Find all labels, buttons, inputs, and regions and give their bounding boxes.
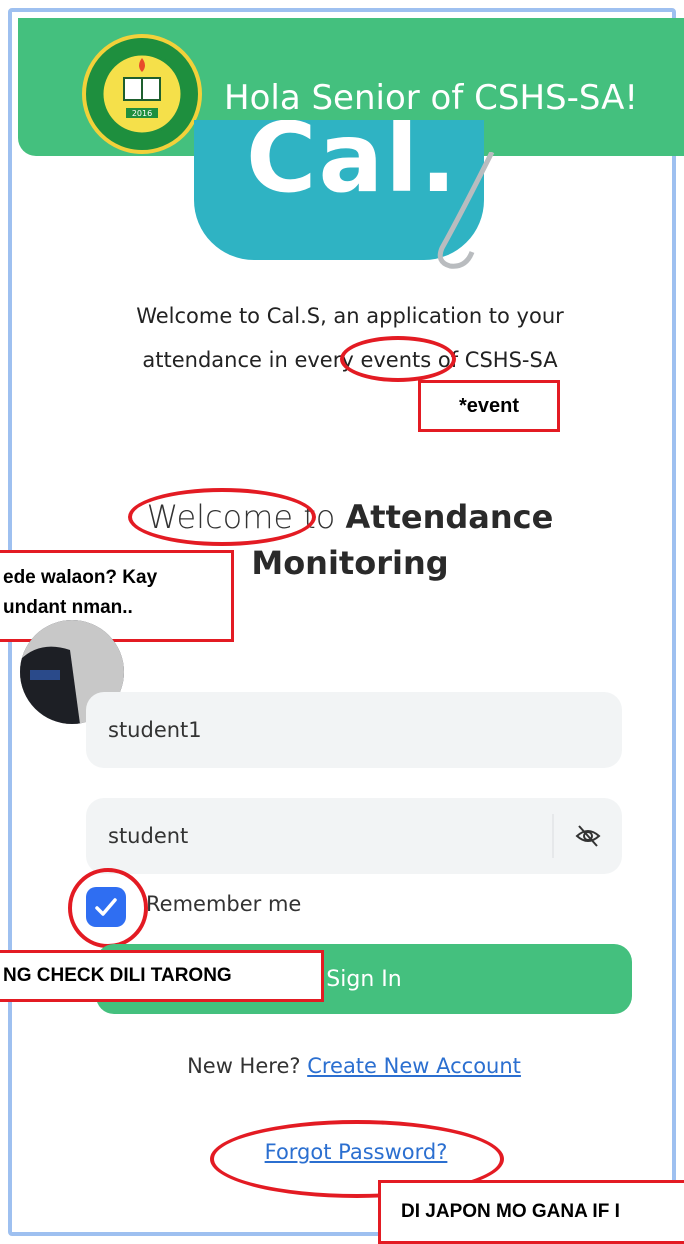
annotation-check-text: NG CHECK DILI TARONG (3, 965, 232, 986)
annotation-forgot-note: DI JAPON MO GANA IF I (378, 1180, 684, 1244)
annotation-check-note: NG CHECK DILI TARONG (0, 950, 324, 1002)
create-account-link[interactable]: Create New Account (307, 1054, 521, 1078)
username-input[interactable]: student1 (86, 692, 622, 768)
password-input[interactable]: student (86, 798, 622, 874)
new-here-line: New Here? Create New Account (86, 1054, 622, 1078)
welcome-bold-text-1: Attendance (345, 498, 554, 536)
school-logo-icon: 2016 (82, 34, 202, 154)
annotation-circle-welcome (128, 488, 316, 546)
annotation-redundant-line-2: undant nman.. (3, 597, 133, 618)
annotation-redundant-line-1: ede walaon? Kay (3, 567, 158, 588)
paintbrush-icon (437, 152, 495, 269)
new-here-text: New Here? (187, 1054, 308, 1078)
password-value: student (108, 824, 189, 848)
intro-line-1: Welcome to Cal.S, an application to your (136, 304, 564, 328)
annotation-forgot-text: DI JAPON MO GANA IF I (401, 1201, 620, 1222)
intro-line-2-a: attendance in every (142, 348, 361, 372)
annotation-event-note: *event (418, 380, 560, 432)
header-title: Hola Senior of CSHS-SA! (224, 78, 638, 118)
annotation-circle-checkbox (68, 868, 148, 948)
username-value: student1 (108, 718, 202, 742)
brand-logo-letters: Cal. (246, 120, 459, 214)
annotation-event-text: *event (458, 394, 520, 417)
eye-off-icon[interactable] (574, 822, 602, 850)
logo-year: 2016 (132, 109, 152, 118)
remember-me-label: Remember me (146, 892, 302, 916)
annotation-redundant-note: ede walaon? Kay undant nman.. (0, 550, 234, 642)
password-divider (552, 814, 554, 858)
sign-in-label: Sign In (326, 966, 402, 992)
annotation-circle-events (340, 336, 456, 382)
